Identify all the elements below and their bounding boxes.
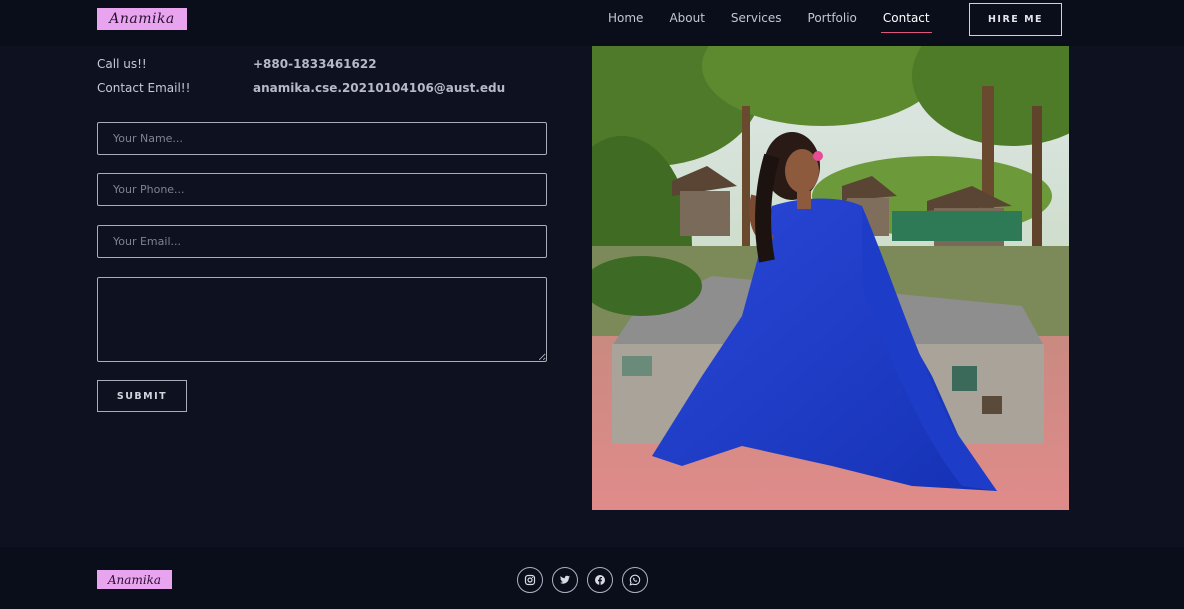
- email-address: anamika.cse.20210104106@aust.edu: [253, 81, 506, 95]
- top-navbar: Anamika Home About Services Portfolio Co…: [0, 0, 1184, 46]
- nav-links: Home About Services Portfolio Contact: [606, 0, 954, 36]
- whatsapp-link[interactable]: [622, 567, 648, 593]
- message-textarea[interactable]: [97, 277, 547, 362]
- hire-me-button[interactable]: HIRE ME: [969, 3, 1062, 36]
- facebook-link[interactable]: [587, 567, 613, 593]
- profile-photo: [592, 46, 1069, 510]
- submit-button[interactable]: SUBMIT: [97, 380, 187, 412]
- facebook-icon: [595, 575, 605, 585]
- nav-link-portfolio[interactable]: Portfolio: [806, 0, 859, 36]
- name-input[interactable]: [97, 122, 547, 155]
- social-links: [517, 567, 657, 593]
- email-label: Contact Email!!: [97, 81, 191, 95]
- nav-link-home[interactable]: Home: [606, 0, 645, 36]
- call-info-row: Call us!! +880-1833461622: [97, 57, 377, 71]
- email-info-row: Contact Email!! anamika.cse.20210104106@a…: [97, 81, 505, 95]
- phone-input[interactable]: [97, 173, 547, 206]
- nav-link-services[interactable]: Services: [729, 0, 784, 36]
- footer: Anamika: [0, 547, 1184, 609]
- instagram-icon: [524, 574, 536, 586]
- phone-number: +880-1833461622: [253, 57, 377, 71]
- twitter-icon: [560, 575, 570, 584]
- call-label: Call us!!: [97, 57, 147, 71]
- nav-link-about[interactable]: About: [667, 0, 706, 36]
- whatsapp-icon: [629, 574, 641, 586]
- email-input[interactable]: [97, 225, 547, 258]
- instagram-link[interactable]: [517, 567, 543, 593]
- site-logo[interactable]: Anamika: [97, 8, 187, 30]
- nav-link-contact[interactable]: Contact: [880, 0, 932, 36]
- twitter-link[interactable]: [552, 567, 578, 593]
- footer-logo[interactable]: Anamika: [97, 570, 172, 589]
